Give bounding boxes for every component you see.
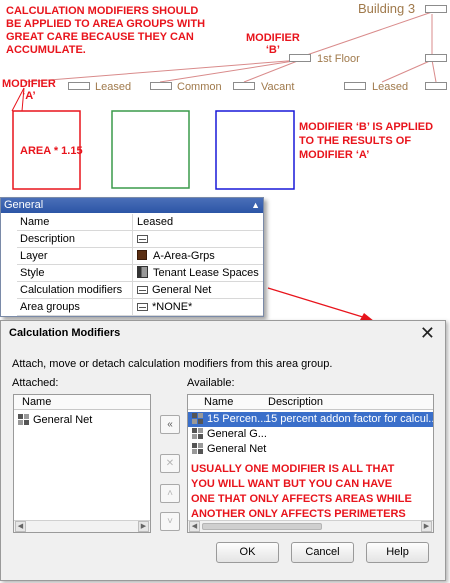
modifier-b-note: MODIFIER ‘B’ IS APPLIED TO THE RESULTS O…: [299, 121, 434, 161]
property-label: Layer: [20, 250, 48, 262]
dialog-note: USUALLY ONE MODIFIER IS ALL THAT YOU WIL…: [191, 463, 412, 520]
collapse-icon[interactable]: ▲: [251, 198, 260, 213]
right-floor-node[interactable]: [425, 54, 447, 62]
property-row-style[interactable]: Style Tenant Lease Spaces: [17, 265, 263, 282]
attached-name-header: Name: [22, 396, 52, 408]
property-value[interactable]: Leased: [132, 214, 263, 230]
scroll-right-icon[interactable]: ▶: [421, 521, 432, 532]
available-label: Available:: [187, 377, 235, 389]
attached-label: Attached:: [12, 377, 59, 389]
leased-node[interactable]: [68, 82, 90, 90]
modifier-icon: [192, 443, 203, 454]
style-icon: [137, 266, 148, 278]
available-name-header: Name: [204, 396, 234, 408]
ok-button[interactable]: OK: [216, 542, 279, 563]
layer-color-icon: [137, 250, 147, 260]
properties-header[interactable]: General ▲: [1, 198, 263, 213]
detach-button[interactable]: ✕: [160, 454, 180, 473]
property-value[interactable]: *NONE*: [132, 299, 263, 315]
property-row-name[interactable]: Name Leased: [17, 214, 263, 231]
move-up-button[interactable]: ˄: [160, 484, 180, 503]
floor-label: 1st Floor: [317, 53, 360, 65]
property-value[interactable]: A-Area-Grps: [132, 248, 263, 264]
property-row-calculation-modifiers[interactable]: Calculation modifiers General Net: [17, 282, 263, 299]
list-item[interactable]: General Net: [14, 413, 150, 428]
modifier-a-label: MODIFIER ‘A’: [2, 78, 56, 102]
attached-column-header[interactable]: Name: [14, 395, 150, 410]
attached-list[interactable]: Name General Net ◀ ▶: [13, 394, 151, 533]
property-value[interactable]: Tenant Lease Spaces: [132, 265, 263, 281]
property-label: Style: [20, 267, 45, 279]
area-formula: AREA * 1.15: [20, 145, 83, 157]
list-item[interactable]: General G...: [188, 427, 433, 442]
modifier-icon: [192, 413, 203, 424]
property-value[interactable]: [132, 231, 263, 247]
right-leased-label: Leased: [372, 81, 409, 93]
cancel-button[interactable]: Cancel: [291, 542, 354, 563]
modifier-icon: [192, 428, 203, 439]
property-label: Name: [20, 216, 50, 228]
top-note: CALCULATION MODIFIERS SHOULD BE APPLIED …: [6, 5, 206, 56]
scroll-right-icon[interactable]: ▶: [138, 521, 149, 532]
edit-dialog-icon[interactable]: [137, 286, 148, 294]
property-row-area-groups[interactable]: Area groups *NONE*: [17, 299, 263, 316]
right-leased-node[interactable]: [344, 82, 366, 90]
modifier-icon: [18, 414, 29, 425]
scrollbar-thumb[interactable]: [202, 523, 322, 530]
attached-hscrollbar[interactable]: ◀ ▶: [14, 520, 150, 532]
common-label: Common: [177, 81, 222, 93]
dialog-title: Calculation Modifiers: [9, 327, 121, 339]
dialog-instruction: Attach, move or detach calculation modif…: [12, 358, 333, 370]
property-row-description[interactable]: Description: [17, 231, 263, 248]
area-green-box: [111, 110, 190, 189]
properties-header-label: General: [4, 199, 44, 211]
common-node[interactable]: [150, 82, 172, 90]
area-blue-box: [215, 110, 295, 190]
edit-dialog-icon[interactable]: [137, 303, 148, 311]
scroll-left-icon[interactable]: ◀: [15, 521, 26, 532]
list-item[interactable]: General Net: [188, 442, 433, 457]
vacant-node[interactable]: [233, 82, 255, 90]
property-label: Description: [20, 233, 76, 245]
list-item[interactable]: 15 Percen... 15 percent addon factor for…: [188, 412, 433, 427]
calculation-modifiers-dialog: Calculation Modifiers ✕ Attach, move or …: [0, 320, 446, 581]
right-end-node[interactable]: [425, 82, 447, 90]
floor-node[interactable]: [289, 54, 311, 62]
properties-panel: General ▲ Name Leased Description Layer …: [0, 197, 264, 317]
building-label: Building 3: [358, 1, 416, 16]
leased-label: Leased: [95, 81, 132, 93]
building-node[interactable]: [425, 5, 447, 13]
move-down-button[interactable]: ˅: [160, 512, 180, 531]
help-button[interactable]: Help: [366, 542, 429, 563]
close-icon[interactable]: ✕: [420, 322, 435, 344]
edit-dialog-icon[interactable]: [137, 235, 148, 243]
available-description-header: Description: [268, 396, 324, 408]
modifier-b-label: MODIFIER ‘B’: [246, 32, 300, 56]
scroll-left-icon[interactable]: ◀: [189, 521, 200, 532]
available-column-header[interactable]: Name Description: [188, 395, 433, 410]
property-value[interactable]: General Net: [132, 282, 263, 298]
vacant-label: Vacant: [261, 81, 295, 93]
description-cell: 15 percent addon factor for calcul...: [265, 413, 433, 425]
property-label: Area groups: [20, 301, 80, 313]
property-label: Calculation modifiers: [20, 284, 123, 296]
attach-button[interactable]: «: [160, 415, 180, 434]
property-row-layer[interactable]: Layer A-Area-Grps: [17, 248, 263, 265]
